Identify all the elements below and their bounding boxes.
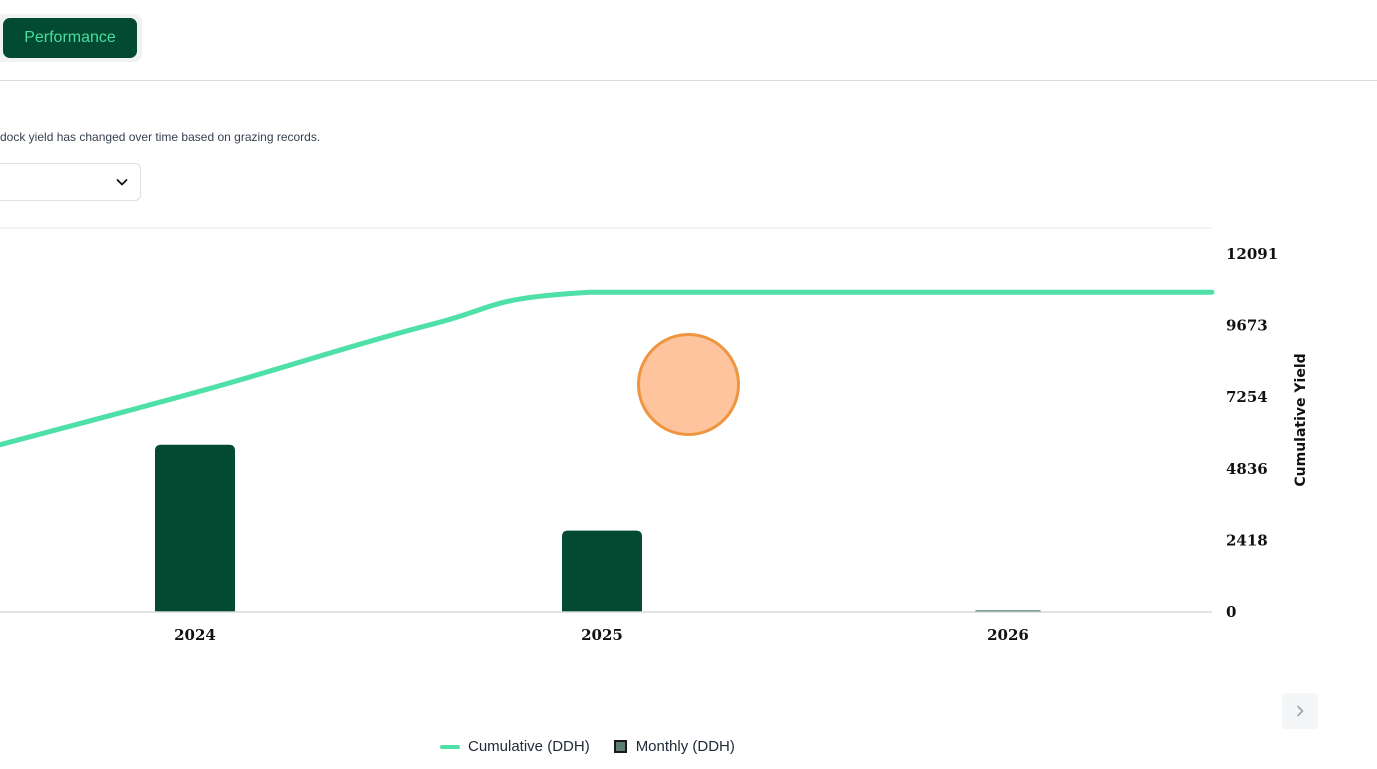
x-tick-label: 2024 (174, 626, 216, 644)
tab-group: Performance (0, 14, 142, 62)
yield-chart: 2024 2025 2026 0 2418 4836 7254 9673 12091 Cumu… (0, 227, 1309, 644)
y-tick-label: 4836 (1226, 460, 1268, 478)
y-tick-label: 12091 (1226, 245, 1278, 263)
legend-item-cumulative[interactable]: Cumulative (DDH) (440, 738, 590, 755)
tab-performance[interactable]: Performance (3, 18, 137, 58)
legend-label-monthly: Monthly (DDH) (635, 738, 735, 755)
legend-swatch-monthly (613, 740, 627, 753)
section-description: dock yield has changed over time based o… (0, 130, 321, 144)
y-tick-label: 0 (1226, 603, 1236, 621)
y-axis-title-right: Cumulative Yield (1293, 353, 1309, 486)
tab-bar: Performance (0, 0, 1377, 81)
chart-legend: Cumulative (DDH) Monthly (DDH) (440, 738, 759, 755)
y-tick-label: 2418 (1226, 531, 1268, 549)
chevron-right-icon (1297, 705, 1304, 717)
y-tick-label: 9673 (1226, 317, 1268, 335)
legend-label-cumulative: Cumulative (DDH) (468, 738, 590, 755)
chevron-down-icon (116, 179, 128, 186)
bar-2025[interactable] (562, 530, 642, 612)
legend-item-monthly[interactable]: Monthly (DDH) (613, 738, 735, 755)
x-tick-label: 2026 (987, 626, 1029, 644)
x-tick-label: 2025 (581, 626, 623, 644)
period-select[interactable] (0, 163, 141, 201)
bar-2024[interactable] (155, 444, 235, 612)
series-line-cumulative (0, 289, 1215, 448)
y-tick-label: 7254 (1226, 388, 1268, 406)
legend-swatch-cumulative (440, 744, 460, 749)
next-page-button[interactable] (1282, 693, 1318, 729)
